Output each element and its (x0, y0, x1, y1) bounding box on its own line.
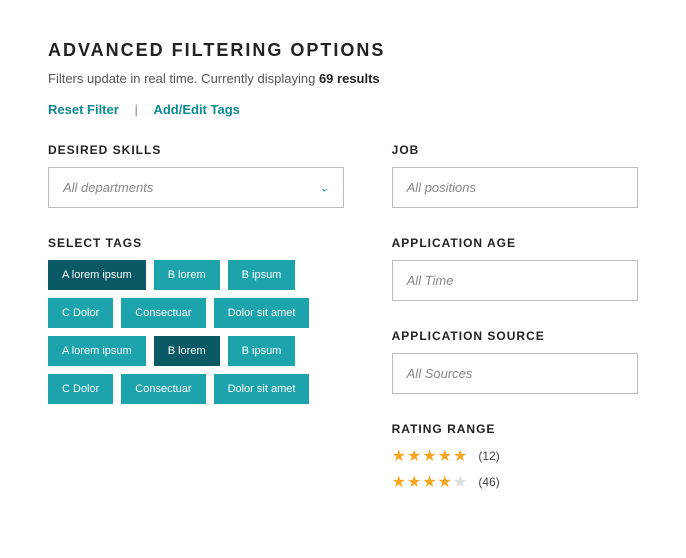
application-source-select[interactable]: All Sources (392, 353, 638, 394)
ratings-container: ★★★★★ (12) ★★★★★ (46) (392, 446, 638, 492)
reset-filter-link[interactable]: Reset Filter (48, 102, 119, 117)
subtitle-text: Filters update in real time. Currently d… (48, 71, 319, 86)
job-label: JOB (392, 143, 638, 157)
application-source-value: All Sources (407, 366, 473, 381)
tag-item[interactable]: A lorem ipsum (48, 336, 146, 366)
application-age-value: All Time (407, 273, 454, 288)
job-select[interactable]: All positions (392, 167, 638, 208)
tag-item[interactable]: Dolor sit amet (214, 374, 310, 404)
tags-container: A lorem ipsum B lorem B ipsum C Dolor Consec… (48, 260, 344, 404)
rating-range-label: RATING RANGE (392, 422, 638, 436)
page-title: ADVANCED FILTERING OPTIONS (48, 40, 638, 61)
tag-item[interactable]: Consectuar (121, 374, 205, 404)
tag-item[interactable]: C Dolor (48, 374, 113, 404)
chevron-down-icon: ⌄ (319, 181, 328, 194)
star-icons: ★★★★★ (392, 446, 469, 466)
desired-skills-select[interactable]: All departments ⌄ (48, 167, 344, 208)
select-tags-label: SELECT TAGS (48, 236, 344, 250)
tag-item[interactable]: B ipsum (228, 260, 296, 290)
desired-skills-label: DESIRED SKILLS (48, 143, 344, 157)
application-age-label: APPLICATION AGE (392, 236, 638, 250)
tag-item[interactable]: A lorem ipsum (48, 260, 146, 290)
filter-actions: Reset Filter | Add/Edit Tags (48, 102, 638, 117)
results-count: 69 results (319, 71, 380, 86)
rating-row[interactable]: ★★★★★ (46) (392, 472, 638, 492)
results-subtitle: Filters update in real time. Currently d… (48, 71, 638, 86)
job-value: All positions (407, 180, 476, 195)
application-source-label: APPLICATION SOURCE (392, 329, 638, 343)
application-age-select[interactable]: All Time (392, 260, 638, 301)
tag-item[interactable]: B ipsum (228, 336, 296, 366)
rating-count: (12) (478, 449, 499, 463)
star-icons: ★★★★★ (392, 472, 469, 492)
desired-skills-value: All departments (63, 180, 153, 195)
rating-row[interactable]: ★★★★★ (12) (392, 446, 638, 466)
tag-item[interactable]: Dolor sit amet (214, 298, 310, 328)
tag-item[interactable]: C Dolor (48, 298, 113, 328)
rating-count: (46) (478, 475, 499, 489)
tag-item[interactable]: B lorem (154, 336, 220, 366)
tag-item[interactable]: B lorem (154, 260, 220, 290)
tag-item[interactable]: Consectuar (121, 298, 205, 328)
add-edit-tags-link[interactable]: Add/Edit Tags (153, 102, 239, 117)
action-divider: | (134, 102, 137, 117)
